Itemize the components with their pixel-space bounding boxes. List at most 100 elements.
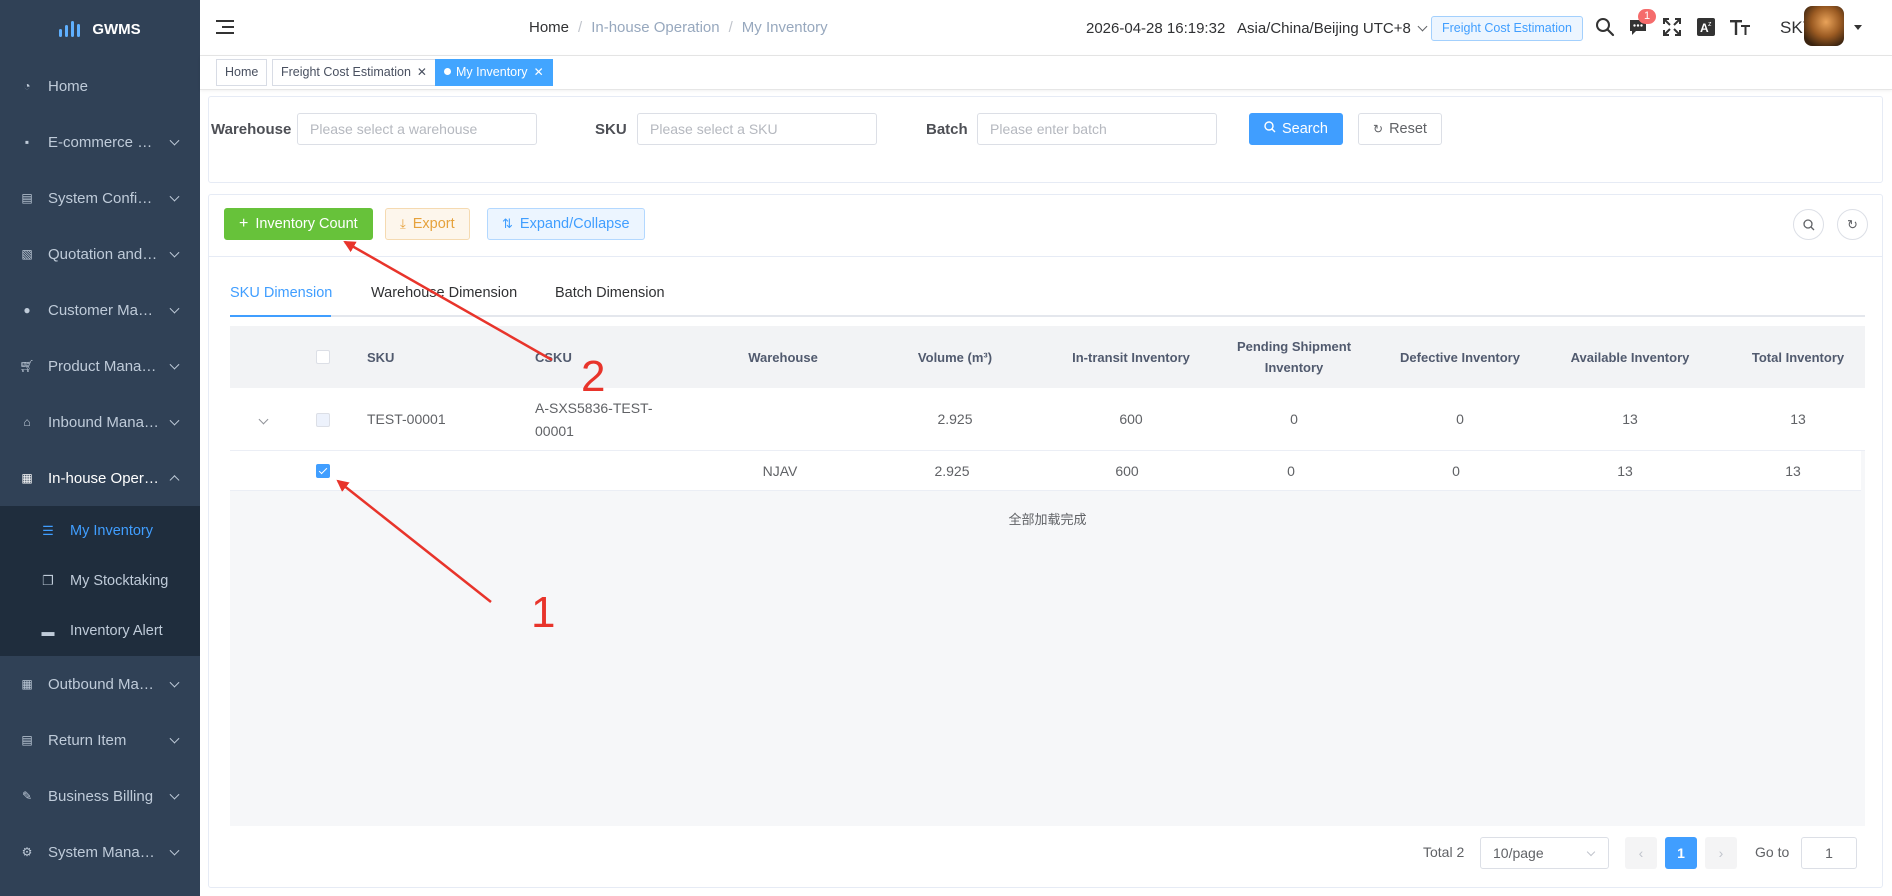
tag-label: Freight Cost Estimation [281,65,411,79]
submenu-inhouse: ☰ My Inventory ❐ My Stocktaking ▬ Invent… [0,506,200,656]
sidebar-item-inbound[interactable]: ⌂ Inbound Management [0,394,200,450]
cell-sku [367,451,507,491]
checkbox[interactable] [316,350,330,364]
breadcrumb-current: My Inventory [741,19,828,36]
copy-icon: ❐ [42,573,54,588]
tag-my-inventory[interactable]: My Inventory ✕ [435,59,553,86]
select-all-checkbox[interactable] [316,326,330,388]
doc-icon: ▧ [21,247,33,261]
active-tab-indicator [230,315,331,317]
expand-toggle[interactable] [256,388,270,451]
logo-icon [59,21,81,37]
sidebar-item-billing[interactable]: ✎ Business Billing [0,768,200,824]
breadcrumb-home[interactable]: Home [529,19,569,36]
tag-home[interactable]: Home [216,59,268,86]
sku-select[interactable]: Please select a SKU [637,113,877,145]
close-icon[interactable]: ✕ [417,65,427,79]
goto-page-input[interactable]: 1 [1801,837,1857,869]
column-header: In-transit Inventory [1072,349,1190,365]
export-button[interactable]: ⤓ Export [385,208,470,240]
tab-sku-dimension[interactable]: SKU Dimension [230,285,332,301]
row-checkbox[interactable] [316,388,330,451]
search-icon [1802,218,1814,230]
sidebar-item-quotation[interactable]: ▧ Quotation and Billing [0,226,200,282]
checkbox[interactable] [316,412,330,427]
timezone-select[interactable]: Asia/China/Beijing UTC+8 [1237,20,1428,37]
inventory-panel: + Inventory Count ⤓ Export ⇅ Expand/Collaps… [208,194,1883,888]
sidebar-item-label: Product Management [48,357,160,375]
chevron-down-icon [169,733,180,744]
inventory-table: SKU CSKU Warehouse Volume (m³) In-transi… [230,326,1865,826]
message-icon: ▬ [41,623,55,639]
chevron-down-icon [258,414,268,425]
toggle-search-button[interactable] [1793,209,1824,240]
page-size-select[interactable]: 10/page [1480,837,1609,869]
cell-warehouse [715,388,851,451]
warehouse-placeholder: Please select a warehouse [310,121,478,137]
caret-down-icon[interactable] [1854,25,1862,30]
annotation-number-1: 1 [531,588,556,637]
font-size-icon[interactable] [1728,15,1752,39]
sidebar-item-system-config[interactable]: ▤ System Configuration [0,170,200,226]
checkbox-checked[interactable] [316,464,330,478]
search-button[interactable]: Search [1249,113,1343,145]
sidebar-item-ecommerce[interactable]: ▪ E-commerce Platform [0,114,200,170]
table-row[interactable]: NJAV 2.925 600 0 0 13 13 [230,451,1861,491]
tab-warehouse-dimension[interactable]: Warehouse Dimension [371,285,517,301]
tab-batch-dimension[interactable]: Batch Dimension [555,285,665,301]
hamburger-icon[interactable] [216,20,234,35]
sidebar-item-return[interactable]: ▤ Return Item [0,712,200,768]
sidebar-item-customer[interactable]: ● Customer Management [0,282,200,338]
current-datetime: 2026-04-28 16:19:32 [1086,20,1226,37]
warehouse-select[interactable]: Please select a warehouse [297,113,537,145]
breadcrumb: Home / In-house Operation / My Inventory [529,19,828,36]
logo-text: GWMS [92,20,141,38]
close-icon[interactable]: ✕ [534,65,544,79]
search-icon[interactable] [1593,15,1617,39]
chevron-left-icon: ‹ [1638,845,1644,861]
refresh-icon: ↻ [1847,216,1858,232]
sidebar-item-my-inventory[interactable]: ☰ My Inventory [0,506,200,556]
timezone-value: Asia/China/Beijing UTC+8 [1237,20,1411,37]
dimension-tabs: SKU Dimension Warehouse Dimension Batch … [230,277,1865,317]
sidebar-item-inhouse[interactable]: ▦ In-house Operation [0,450,200,506]
sidebar-item-label: My Stocktaking [70,573,169,589]
doc-icon: ▤ [21,191,33,205]
expand-collapse-button[interactable]: ⇅ Expand/Collapse [487,208,645,240]
sidebar-item-inventory-alert[interactable]: ▬ Inventory Alert [0,606,200,656]
reset-button[interactable]: ↻ Reset [1358,113,1442,145]
tags-view: Home Freight Cost Estimation ✕ My Invento… [200,56,1892,90]
avatar[interactable] [1804,6,1844,46]
sidebar-item-product[interactable]: 🛒︎ Product Management [0,338,200,394]
prev-page-button[interactable]: ‹ [1625,837,1657,869]
inventory-count-button[interactable]: + Inventory Count [224,208,373,240]
batch-input[interactable]: Please enter batch [977,113,1217,145]
cell-in-transit: 600 [1115,462,1139,479]
annotation-number-2: 2 [581,352,606,401]
logo[interactable]: GWMS [0,0,200,58]
table-row[interactable]: TEST-00001 A-SXS5836-TEST-00001 2.925 60… [230,388,1865,451]
fullscreen-icon[interactable] [1660,15,1684,39]
sidebar-item-my-stocktaking[interactable]: ❐ My Stocktaking [0,556,200,606]
chevron-down-icon [169,789,180,800]
cell-volume: 2.925 [934,462,970,479]
sidebar-item-outbound[interactable]: ▦ Outbound Management [0,656,200,712]
chevron-down-icon [169,247,180,258]
sidebar-item-label: Home [48,77,89,95]
dashboard-icon: ◔ [23,79,31,93]
next-page-button[interactable]: › [1705,837,1737,869]
inventory-count-label: Inventory Count [255,216,358,232]
sort-icon: ⇅ [502,216,513,231]
tag-freight-cost[interactable]: Freight Cost Estimation ✕ [272,59,436,86]
cell-defective: 0 [1456,411,1464,427]
refresh-button[interactable]: ↻ [1837,209,1868,240]
sidebar-item-label: Inventory Alert [70,623,163,639]
expand-collapse-label: Expand/Collapse [519,216,630,232]
sidebar-item-system-management[interactable]: ⚙ System Management [0,824,200,880]
language-icon[interactable]: Az [1694,15,1718,39]
cell-available: 13 [1622,411,1638,427]
freight-cost-button[interactable]: Freight Cost Estimation [1431,16,1583,41]
page-number-current[interactable]: 1 [1665,837,1697,869]
sidebar-item-home[interactable]: ◔ Home [0,58,200,114]
row-checkbox[interactable] [316,451,330,491]
